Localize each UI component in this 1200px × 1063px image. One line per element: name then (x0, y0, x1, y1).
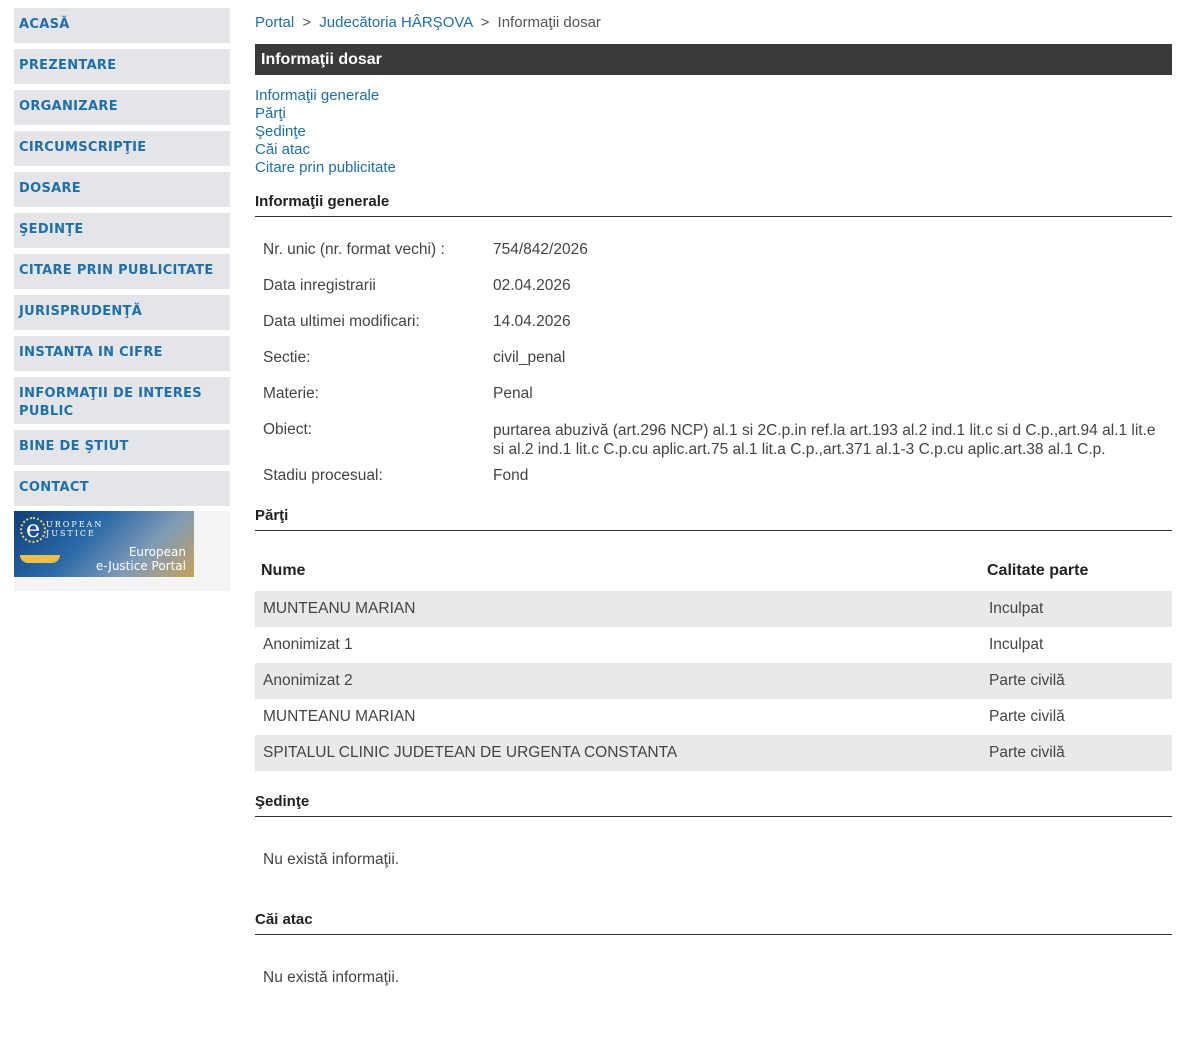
anchor-citare[interactable]: Citare prin publicitate (255, 159, 1172, 177)
page-title: Informaţii dosar (255, 44, 1172, 75)
sidebar-item-bine-de-stiut[interactable]: BINE DE ŞTIUT (14, 430, 230, 465)
party-name: Anonimizat 2 (255, 663, 981, 699)
table-row: Anonimizat 1 Inculpat (255, 627, 1172, 663)
party-name: MUNTEANU MARIAN (263, 708, 416, 725)
breadcrumb-court[interactable]: Judecătoria HÂRŞOVA (319, 14, 472, 31)
info-label: Stadiu procesual: (263, 467, 383, 484)
table-header-row: Nume Calitate parte (255, 551, 1172, 591)
sidebar-item-sedinte[interactable]: ŞEDINŢE (14, 213, 230, 248)
info-value: purtarea abuzivă (art.296 NCP) al.1 si 2… (493, 422, 1156, 458)
info-label: Materie: (263, 385, 319, 402)
section-anchors: Informaţii generale Părţi Şedinţe Căi at… (255, 87, 1172, 177)
section-heading-cai-atac: Căi atac (255, 911, 1172, 935)
info-value: 02.04.2026 (493, 277, 571, 294)
sidebar-item-citare[interactable]: CITARE PRIN PUBLICITATE (14, 254, 230, 289)
info-row: Obiect: purtarea abuzivă (art.296 NCP) a… (255, 421, 1172, 467)
info-value: Penal (493, 385, 533, 402)
info-value: 754/842/2026 (493, 241, 588, 258)
table-row: SPITALUL CLINIC JUDETEAN DE URGENTA CONS… (255, 735, 1172, 771)
column-header-calitate: Calitate parte (987, 562, 1089, 579)
anchor-informatii-generale[interactable]: Informaţii generale (255, 87, 1172, 105)
ejustice-logo-line1: UROPEAN (46, 520, 104, 529)
info-row: Materie: Penal (255, 385, 1172, 421)
section-heading-sedinte: Şedinţe (255, 793, 1172, 817)
anchor-parti[interactable]: Părţi (255, 105, 1172, 123)
general-info-table: Nr. unic (nr. format vechi) : 754/842/20… (255, 241, 1172, 503)
table-row: Anonimizat 2 Parte civilă (255, 663, 1172, 699)
info-row: Data ultimei modificari: 14.04.2026 (255, 313, 1172, 349)
info-value: 14.04.2026 (493, 313, 571, 330)
party-role: Parte civilă (989, 708, 1065, 725)
ejustice-logo-text: UROPEAN JUSTICE (46, 520, 103, 538)
sidebar-item-jurisprudenta[interactable]: JURISPRUDENŢĂ (14, 295, 230, 330)
info-label: Data ultimei modificari: (263, 313, 420, 330)
ejustice-title-line1: European (128, 545, 186, 559)
breadcrumb-separator: > (480, 14, 490, 31)
ejustice-logo-letter: e (26, 515, 41, 543)
section-heading-general: Informaţii generale (255, 193, 1172, 217)
sidebar-item-instanta-in-cifre[interactable]: INSTANTA IN CIFRE (14, 336, 230, 371)
main-content: Portal > Judecătoria HÂRŞOVA > Informaţi… (255, 0, 1172, 987)
anchor-cai-atac[interactable]: Căi atac (255, 141, 1172, 159)
info-row: Stadiu procesual: Fond (255, 467, 1172, 503)
sidebar-item-organizare[interactable]: ORGANIZARE (14, 90, 230, 125)
sidebar-item-contact[interactable]: CONTACT (14, 471, 230, 506)
info-label: Nr. unic (nr. format vechi) : (263, 241, 445, 258)
sidebar-item-informatii-interes-public[interactable]: INFORMAŢII DE INTERES PUBLIC (14, 377, 230, 424)
ejustice-banner-container: e UROPEAN JUSTICE European e-Justice Por… (14, 511, 230, 591)
table-row: MUNTEANU MARIAN Parte civilă (255, 699, 1172, 735)
party-name: Anonimizat 1 (263, 636, 353, 653)
info-label: Sectie: (263, 349, 311, 366)
breadcrumb-current: Informaţii dosar (497, 14, 601, 31)
info-label: Data inregistrarii (263, 277, 376, 294)
info-row: Sectie: civil_penal (255, 349, 1172, 385)
sidebar-nav: ACASĂ PREZENTARE ORGANIZARE CIRCUMSCRIPŢ… (14, 8, 230, 591)
ejustice-title-line2: e-Justice Portal (95, 559, 186, 573)
column-header-nume: Nume (261, 562, 306, 579)
party-role: Parte civilă (981, 663, 1172, 699)
sidebar-item-prezentare[interactable]: PREZENTARE (14, 49, 230, 84)
ejustice-logo-line2: JUSTICE (46, 529, 96, 538)
breadcrumb-portal[interactable]: Portal (255, 14, 294, 31)
info-row: Nr. unic (nr. format vechi) : 754/842/20… (255, 241, 1172, 277)
party-name: SPITALUL CLINIC JUDETEAN DE URGENTA CONS… (255, 735, 981, 771)
party-name: MUNTEANU MARIAN (255, 591, 981, 627)
anchor-sedinte[interactable]: Şedinţe (255, 123, 1172, 141)
party-role: Inculpat (989, 636, 1044, 653)
sedinte-empty-message: Nu există informaţii. (263, 851, 400, 868)
breadcrumb: Portal > Judecătoria HÂRŞOVA > Informaţi… (255, 14, 1172, 34)
info-row: Data inregistrarii 02.04.2026 (255, 277, 1172, 313)
ejustice-portal-banner[interactable]: e UROPEAN JUSTICE European e-Justice Por… (14, 511, 194, 577)
sidebar-item-dosare[interactable]: DOSARE (14, 172, 230, 207)
breadcrumb-separator: > (302, 14, 312, 31)
info-value: Fond (493, 467, 529, 484)
scale-icon (20, 555, 60, 563)
info-value: civil_penal (493, 349, 566, 366)
party-role: Parte civilă (981, 735, 1172, 771)
party-role: Inculpat (981, 591, 1172, 627)
section-heading-parti: Părţi (255, 507, 1172, 531)
cai-atac-empty-message: Nu există informaţii. (263, 969, 400, 986)
sidebar-item-circumscriptie[interactable]: CIRCUMSCRIPŢIE (14, 131, 230, 166)
info-label: Obiect: (263, 421, 313, 438)
parti-table: Nume Calitate parte MUNTEANU MARIAN Incu… (255, 551, 1172, 771)
table-row: MUNTEANU MARIAN Inculpat (255, 591, 1172, 627)
sidebar-item-acasa[interactable]: ACASĂ (14, 8, 230, 43)
